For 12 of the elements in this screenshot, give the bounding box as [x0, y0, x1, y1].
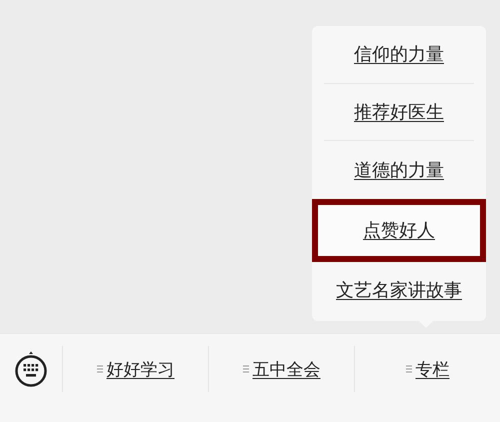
- menu-icon: [96, 365, 102, 373]
- menu-icon: [242, 365, 248, 373]
- menu-item[interactable]: 道德的力量: [324, 141, 474, 198]
- menu-tab[interactable]: 五中全会: [242, 358, 320, 380]
- keyboard-icon[interactable]: [14, 351, 48, 387]
- menu-item[interactable]: 信仰的力量: [324, 26, 474, 84]
- menu-icon: [406, 365, 412, 373]
- menu-tab[interactable]: 好好学习: [96, 358, 174, 380]
- menu-tab[interactable]: 专栏: [406, 358, 450, 380]
- menu-item[interactable]: 点赞好人: [312, 198, 486, 262]
- menu-item[interactable]: 推荐好医生: [324, 84, 474, 141]
- menu-item[interactable]: 文艺名家讲故事: [324, 262, 474, 319]
